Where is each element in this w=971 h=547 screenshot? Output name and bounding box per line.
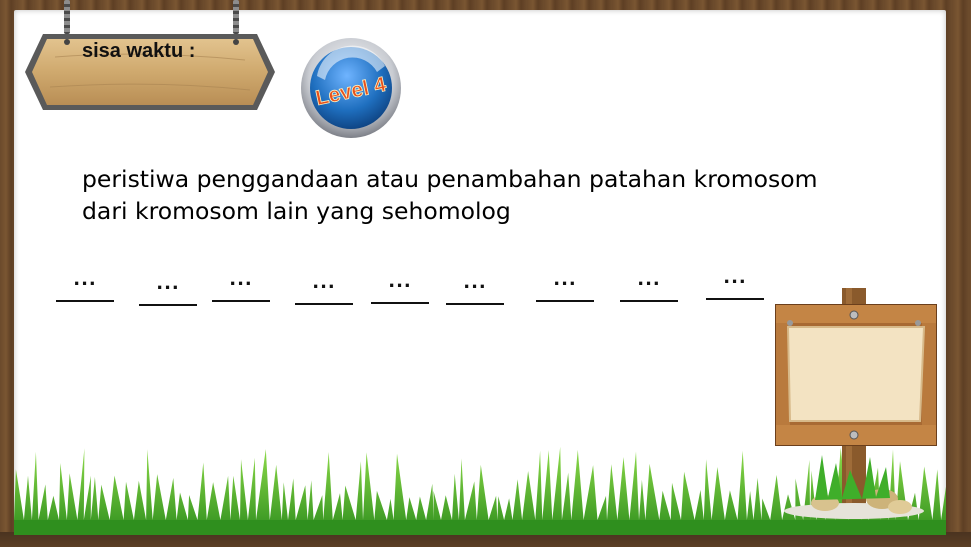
answer-blank-4[interactable]: ...: [295, 273, 353, 305]
answer-blank-3[interactable]: ...: [212, 270, 270, 302]
question-line-2: dari kromosom lain yang sehomolog: [82, 197, 511, 225]
timer-label: sisa waktu :: [82, 40, 196, 62]
answer-blank-5[interactable]: ...: [371, 272, 429, 304]
question-text: peristiwa penggandaan atau penambahan pa…: [82, 163, 882, 227]
wooden-signpost: [775, 288, 937, 519]
question-line-1: peristiwa penggandaan atau penambahan pa…: [82, 165, 818, 193]
answer-blank-7[interactable]: ...: [536, 270, 594, 302]
level-badge: Level 4: [301, 38, 401, 138]
chain-left: [64, 0, 70, 34]
answer-blank-2[interactable]: ...: [139, 274, 197, 306]
answer-blank-6[interactable]: ...: [446, 273, 504, 305]
chain-right: [233, 0, 239, 34]
answer-blank-8[interactable]: ...: [620, 270, 678, 302]
game-stage: sisa waktu : Level 4 peristiwa pengganda…: [0, 0, 971, 547]
answer-blank-1[interactable]: ...: [56, 270, 114, 302]
answer-blank-9[interactable]: ...: [706, 268, 764, 300]
